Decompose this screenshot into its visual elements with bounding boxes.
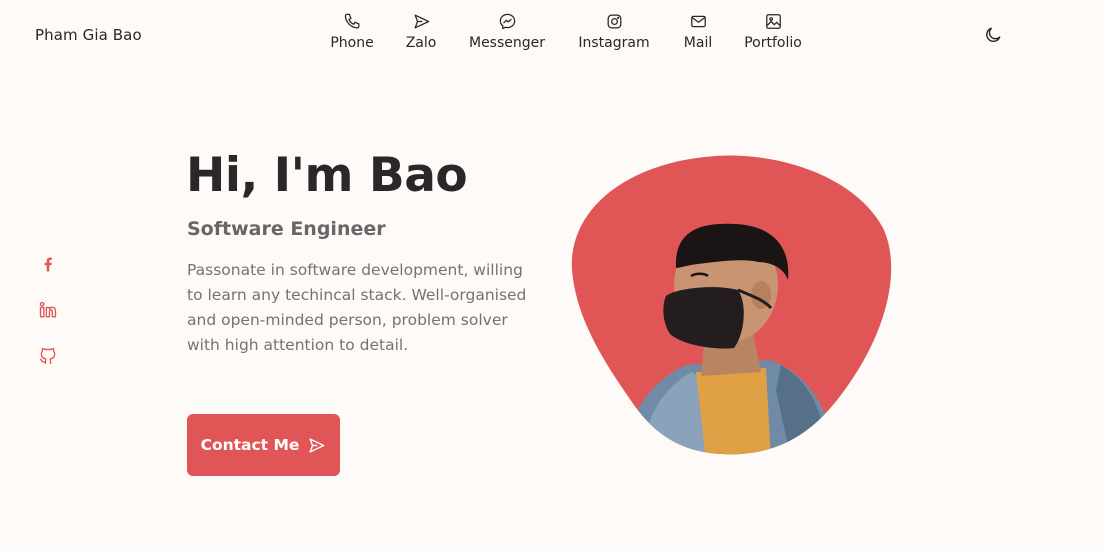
hero-description: Passonate in software development, willi… [187, 261, 527, 354]
facebook-link[interactable] [38, 254, 60, 276]
nav-label: Zalo [405, 35, 437, 51]
send-icon [309, 437, 325, 453]
nav-label: Phone [330, 35, 374, 51]
nav-menu: Phone Zalo Messenger Instagram Mail Port… [0, 12, 1103, 64]
nav-item-mail[interactable]: Mail [681, 12, 715, 51]
image-icon [765, 14, 781, 29]
nav-label: Instagram [578, 35, 650, 51]
github-link[interactable] [38, 346, 60, 368]
messenger-icon [499, 13, 515, 30]
nav-item-zalo[interactable]: Zalo [403, 12, 439, 51]
nav-item-portfolio[interactable]: Portfolio [742, 12, 804, 51]
phone-icon [344, 13, 359, 29]
instagram-icon [607, 14, 621, 29]
header: Pham Gia Bao Phone Zalo Messenger Instag… [0, 0, 1103, 72]
nav-item-phone[interactable]: Phone [329, 12, 375, 51]
nav-label: Messenger [468, 35, 546, 51]
nav-item-instagram[interactable]: Instagram [575, 12, 653, 51]
hero-subtitle: Software Engineer [187, 218, 386, 240]
linkedin-link[interactable] [38, 300, 60, 322]
contact-me-button[interactable]: Contact Me [187, 414, 340, 476]
nav-item-messenger[interactable]: Messenger [465, 12, 549, 51]
send-icon [414, 14, 429, 29]
social-links [38, 254, 62, 392]
facebook-icon [44, 257, 52, 272]
nav-label: Portfolio [744, 35, 802, 51]
github-icon [39, 347, 56, 365]
nav-label: Mail [683, 35, 713, 51]
theme-toggle-button[interactable] [983, 25, 1003, 45]
hero-title: Hi, I'm Bao [186, 148, 468, 203]
moon-icon [986, 27, 1001, 43]
mail-icon [690, 15, 706, 28]
page: Pham Gia Bao Phone Zalo Messenger Instag… [0, 0, 1103, 552]
profile-photo [571, 155, 892, 455]
contact-me-label: Contact Me [200, 436, 300, 454]
linkedin-icon [39, 301, 57, 318]
profile-blob [566, 150, 896, 460]
